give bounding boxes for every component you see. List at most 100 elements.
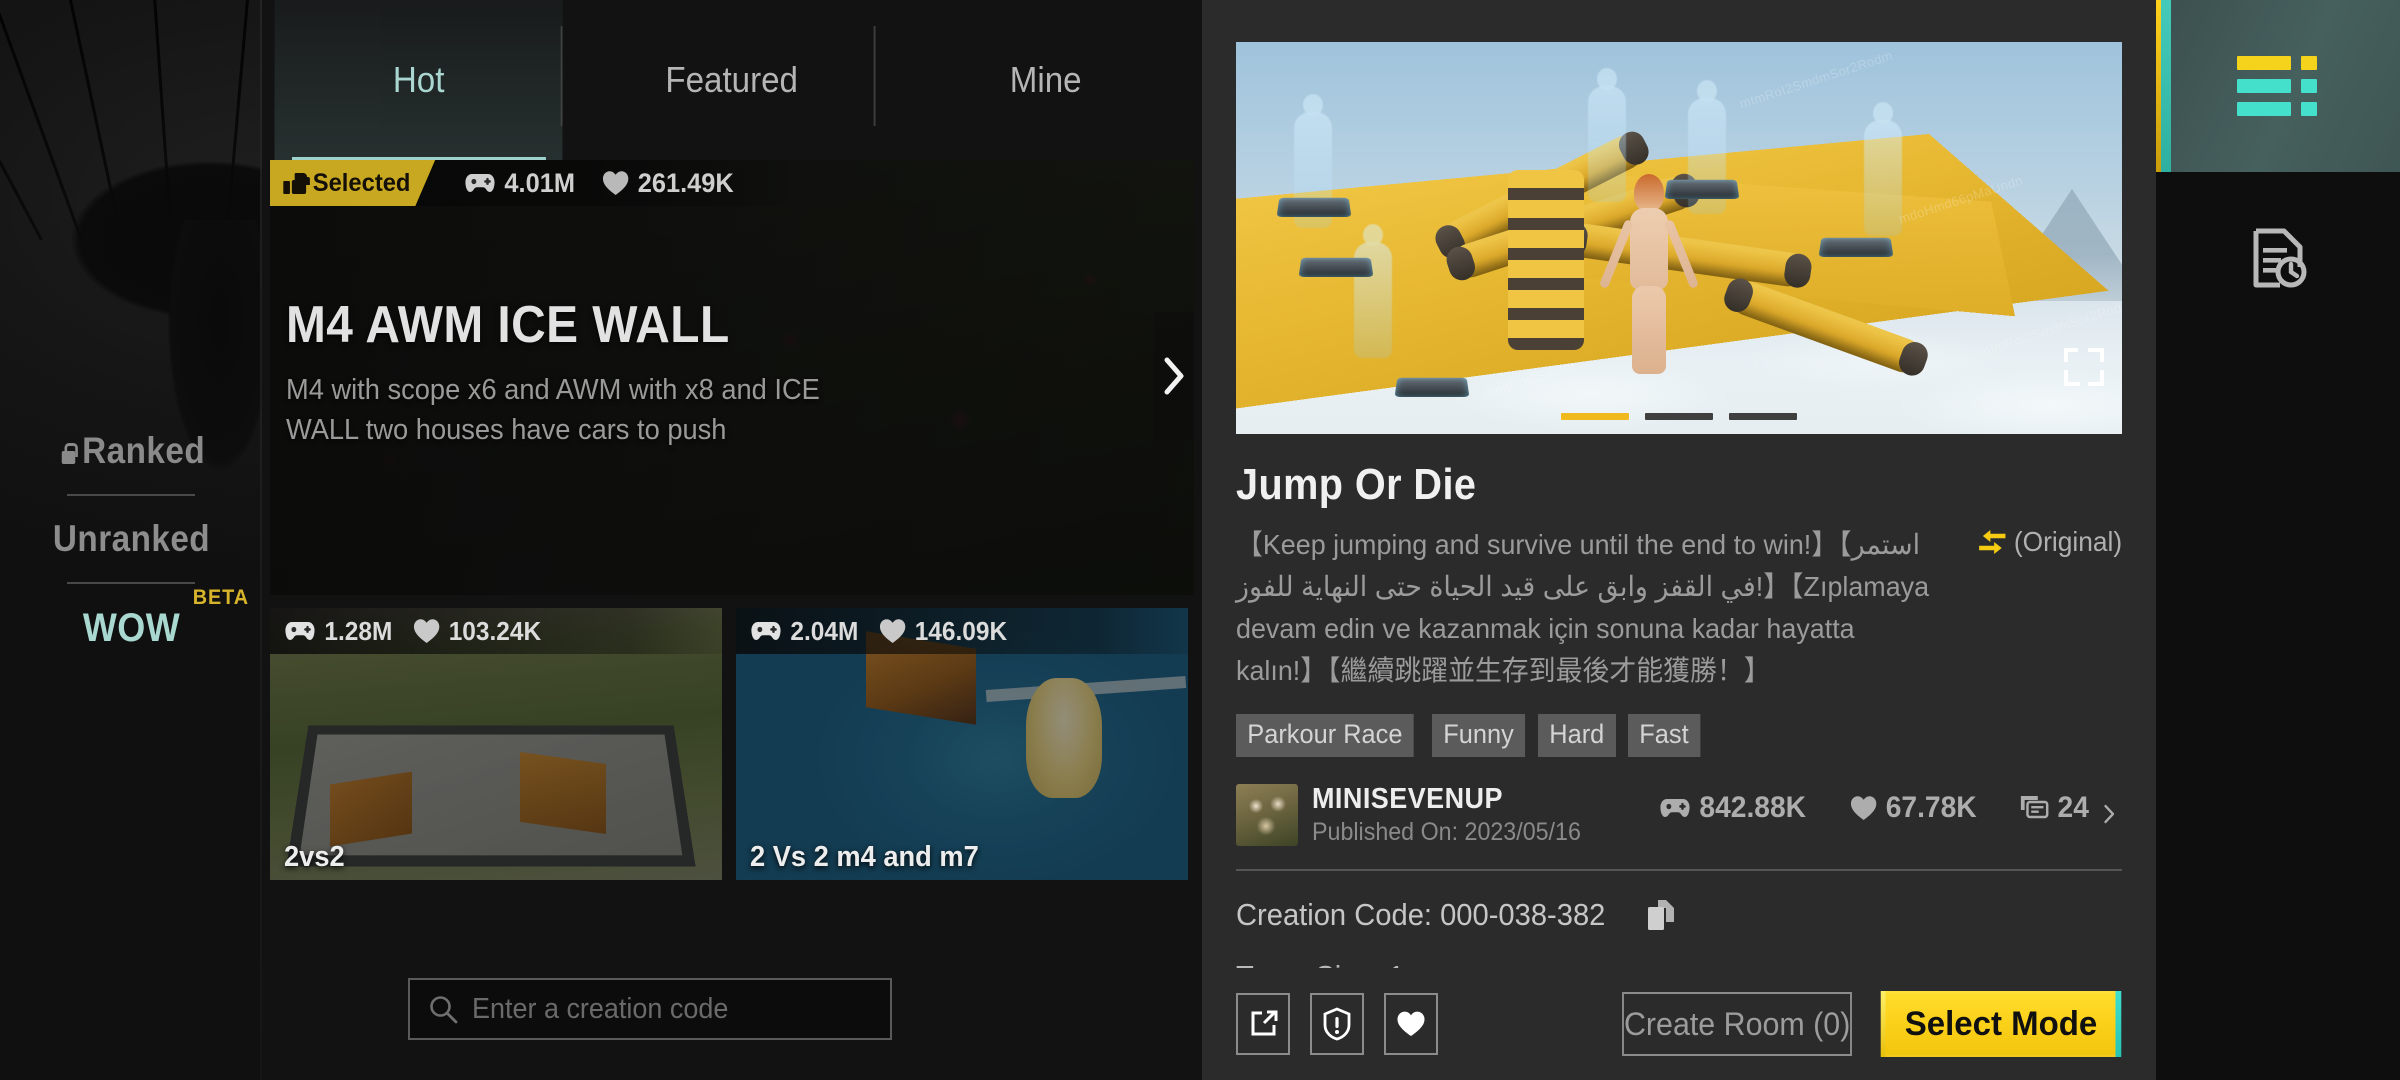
select-mode-label: Select Mode bbox=[1904, 1004, 2098, 1043]
creation-likes: 103.24K bbox=[413, 616, 541, 647]
detail-action-bar: Create Room (0) Select Mode bbox=[1202, 968, 2156, 1080]
tab-hot-label: Hot bbox=[392, 59, 445, 100]
creation-code-placeholder: Enter a creation code bbox=[472, 992, 729, 1025]
report-shield-icon bbox=[1323, 1007, 1351, 1041]
creation-likes: 146.09K bbox=[879, 616, 1007, 647]
preview-carousel-indicators[interactable] bbox=[1561, 413, 1797, 420]
tag-chip[interactable]: Parkour Race bbox=[1236, 714, 1414, 757]
rail-item-wow[interactable]: BETA WOW bbox=[34, 586, 248, 667]
menu-button[interactable] bbox=[2156, 0, 2400, 172]
creation-card[interactable]: 1.28M 103.24K 2vs2 bbox=[270, 608, 722, 880]
tag-chip[interactable]: Fast bbox=[1627, 714, 1700, 757]
creation-code-row: Creation Code: 000-038-382 bbox=[1236, 897, 2122, 933]
heart-icon bbox=[1850, 795, 1877, 821]
detail-plays: 842.88K bbox=[1659, 791, 1806, 825]
creation-code-search[interactable]: Enter a creation code bbox=[408, 978, 892, 1040]
rail-item-unranked[interactable]: Unranked bbox=[34, 502, 228, 576]
creation-title: Jump Or Die bbox=[1236, 460, 1477, 509]
document-history-icon bbox=[2253, 228, 2307, 288]
chevron-right-icon bbox=[2103, 798, 2116, 824]
tag-chip[interactable]: Funny bbox=[1432, 714, 1526, 757]
heart-icon bbox=[1397, 1011, 1425, 1036]
heart-icon bbox=[413, 618, 440, 644]
heart-icon bbox=[879, 618, 906, 644]
detail-comments-value: 24 bbox=[2057, 791, 2089, 824]
creation-card-stats: 1.28M 103.24K bbox=[270, 608, 722, 654]
tab-featured-label: Featured bbox=[665, 59, 799, 100]
author-avatar bbox=[1236, 784, 1298, 846]
featured-likes: 261.49K bbox=[602, 168, 734, 199]
share-external-icon bbox=[1251, 1010, 1278, 1036]
rail-item-ranked[interactable]: Ranked bbox=[34, 414, 228, 488]
tag-chip[interactable]: Hard bbox=[1538, 714, 1616, 757]
tab-mine[interactable]: Mine bbox=[901, 0, 1189, 160]
fullscreen-icon bbox=[2064, 348, 2104, 386]
featured-stat-strip: Selected 4.01M 261.49K bbox=[270, 160, 802, 206]
heart-icon bbox=[602, 170, 629, 196]
creation-plays: 1.28M bbox=[284, 616, 392, 647]
creation-thumbnail-row: 1.28M 103.24K 2vs2 2.04M 146.09K 2 Vs 2 … bbox=[270, 608, 1194, 880]
featured-next-button[interactable] bbox=[1154, 312, 1194, 440]
detail-likes-value: 67.78K bbox=[1885, 791, 1977, 824]
gamepad-icon bbox=[464, 172, 496, 194]
author-meta: MINISEVENUP Published On: 2023/05/16 bbox=[1312, 783, 1601, 847]
selected-badge: Selected bbox=[270, 160, 436, 206]
preview-character bbox=[1598, 174, 1700, 374]
carousel-dot-2[interactable] bbox=[1645, 413, 1713, 420]
create-room-button[interactable]: Create Room (0) bbox=[1621, 992, 1852, 1056]
tab-divider bbox=[560, 26, 563, 126]
detail-comments[interactable]: 24 bbox=[2019, 791, 2116, 825]
right-action-rail bbox=[2156, 0, 2400, 1080]
creation-browser-panel: Hot Featured Mine Selected 4.01M 261.49K… bbox=[262, 0, 1202, 1080]
preview-image: mtmRoI2SmdmSor2Rodm mdoHmd66pMaUndn mtmR… bbox=[1236, 42, 2122, 434]
tab-hot[interactable]: Hot bbox=[274, 0, 563, 160]
carousel-dot-1[interactable] bbox=[1561, 413, 1629, 420]
beta-badge: BETA bbox=[192, 585, 249, 609]
create-room-label: Create Room (0) bbox=[1623, 1005, 1851, 1042]
rail-item-ranked-label: Ranked bbox=[81, 429, 205, 471]
translate-toggle[interactable]: (Original) bbox=[1977, 526, 2122, 558]
select-mode-button[interactable]: Select Mode bbox=[1880, 991, 2122, 1057]
rail-divider bbox=[67, 581, 195, 584]
share-button[interactable] bbox=[1236, 993, 1290, 1055]
gamepad-icon bbox=[1659, 797, 1691, 819]
creation-plays-value: 2.04M bbox=[790, 615, 859, 646]
report-button[interactable] bbox=[1310, 993, 1364, 1055]
description-row: 【Keep jumping and survive until the end … bbox=[1236, 524, 2122, 692]
creation-code-label: Creation Code: 000-038-382 bbox=[1236, 897, 1606, 932]
creation-stats: 842.88K 67.78K 24 bbox=[1659, 791, 2122, 825]
browse-tabs: Hot Featured Mine bbox=[262, 0, 1202, 160]
favorite-button[interactable] bbox=[1384, 993, 1438, 1055]
team-size-label: Team Size: 1 bbox=[1236, 959, 2069, 968]
detail-scroll-area[interactable]: mtmRoI2SmdmSor2Rodm mdoHmd66pMaUndn mtmR… bbox=[1202, 0, 2156, 968]
copy-icon[interactable] bbox=[1647, 899, 1675, 931]
creation-tags: Parkour Race Funny Hard Fast bbox=[1236, 714, 2122, 757]
creation-card[interactable]: 2.04M 146.09K 2 Vs 2 m4 and m7 bbox=[736, 608, 1188, 880]
featured-plays: 4.01M bbox=[464, 168, 575, 199]
author-name: MINISEVENUP bbox=[1312, 783, 1503, 815]
carousel-dot-3[interactable] bbox=[1729, 413, 1797, 420]
creation-card-name: 2 Vs 2 m4 and m7 bbox=[750, 841, 979, 873]
tab-featured[interactable]: Featured bbox=[588, 0, 877, 160]
detail-likes: 67.78K bbox=[1850, 791, 1977, 825]
thumbs-up-icon bbox=[283, 172, 307, 194]
published-date: Published On: 2023/05/16 bbox=[1312, 818, 1581, 846]
history-button[interactable] bbox=[2156, 172, 2400, 344]
tab-mine-label: Mine bbox=[1009, 59, 1082, 100]
creation-plays-value: 1.28M bbox=[324, 615, 393, 646]
creation-card-name: 2vs2 bbox=[284, 841, 345, 873]
creation-preview[interactable]: mtmRoI2SmdmSor2Rodm mdoHmd66pMaUndn mtmR… bbox=[1236, 42, 2122, 434]
detail-divider bbox=[1236, 869, 2122, 871]
fullscreen-button[interactable] bbox=[2062, 344, 2106, 388]
chevron-right-icon bbox=[1164, 357, 1184, 395]
featured-creation-card[interactable]: Selected 4.01M 261.49K M4 AWM ICE WALL M… bbox=[270, 160, 1194, 595]
wow-mode-screen: Ranked Unranked BETA WOW Hot Featured Mi… bbox=[0, 0, 2400, 1080]
search-icon bbox=[428, 994, 458, 1024]
author-row[interactable]: MINISEVENUP Published On: 2023/05/16 842… bbox=[1236, 783, 2122, 847]
creation-detail-panel: mtmRoI2SmdmSor2Rodm mdoHmd66pMaUndn mtmR… bbox=[1202, 0, 2156, 1080]
selected-badge-label: Selected bbox=[312, 168, 411, 197]
lock-icon bbox=[57, 442, 78, 465]
detail-plays-value: 842.88K bbox=[1699, 791, 1807, 824]
gamepad-icon bbox=[750, 620, 782, 642]
featured-likes-value: 261.49K bbox=[637, 167, 734, 198]
